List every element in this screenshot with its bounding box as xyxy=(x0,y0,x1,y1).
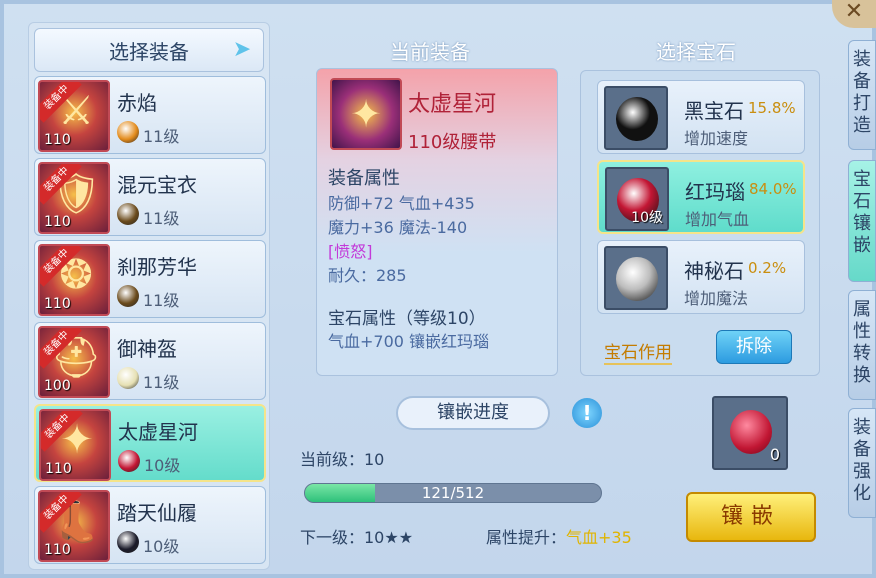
gem-icon xyxy=(117,121,139,143)
attribute-line: 防御+72 气血+435 xyxy=(328,194,475,213)
equipment-icon: ⛑ 装备中 100 xyxy=(38,326,110,398)
special-effect: [愤怒] xyxy=(328,242,373,261)
gem-rate: 15.8% xyxy=(748,99,796,117)
gem-slot: 10级 xyxy=(605,167,669,231)
gem-slot xyxy=(604,246,668,310)
durability: 耐久：285 xyxy=(328,266,407,285)
gem-icon xyxy=(118,450,140,472)
equipment-level: 110 xyxy=(44,214,71,230)
equipment-attributes-heading: 装备属性 xyxy=(328,168,400,189)
gem-function-link[interactable]: 宝石作用 xyxy=(604,338,672,365)
inlay-progress-title: 镶嵌进度 xyxy=(396,396,550,430)
equipment-icon: 🛡 装备中 110 xyxy=(38,162,110,234)
equipment-level: 110 xyxy=(45,461,72,477)
tab-attribute-convert[interactable]: 属性转换 xyxy=(848,290,876,400)
tab-gem-inlay[interactable]: 宝石镶嵌 xyxy=(848,160,876,282)
gem-attributes-heading: 宝石属性（等级10） xyxy=(328,309,486,329)
gem-icon xyxy=(117,531,139,553)
current-equipment-title: 当前装备 xyxy=(390,40,470,64)
gem-effect: 增加气血 xyxy=(685,210,750,229)
equipment-item[interactable]: ⚔ 装备中 110 赤焰 11级 xyxy=(34,76,266,154)
gem-name: 黑宝石 xyxy=(684,99,744,123)
equipment-item[interactable]: ✦ 装备中 110 太虚星河 10级 xyxy=(34,404,266,482)
attribute-line: 魔力+36 魔法-140 xyxy=(328,218,468,237)
select-gem-title: 选择宝石 xyxy=(656,40,736,64)
gem-effect: 增加速度 xyxy=(684,129,749,148)
equipment-name: 混元宝衣 xyxy=(117,173,197,197)
belt-icon: ✦ xyxy=(350,92,382,136)
tab-equipment-enhance[interactable]: 装备强化 xyxy=(848,408,876,518)
equipment-item[interactable]: ❂ 装备中 110 刹那芳华 11级 xyxy=(34,240,266,318)
attribute-increase-label: 属性提升： xyxy=(486,528,567,547)
gem-effect: 增加魔法 xyxy=(684,289,749,308)
current-equipment-icon: ✦ xyxy=(330,78,402,150)
equipment-name: 御神盔 xyxy=(117,337,177,361)
equipment-name: 赤焰 xyxy=(117,91,157,115)
tab-equipment-craft[interactable]: 装备打造 xyxy=(848,40,876,150)
gem-icon xyxy=(616,97,658,141)
gem-rate: 84.0% xyxy=(749,180,797,198)
red-agate-icon xyxy=(730,410,772,454)
select-equipment-header: 选择装备 ➤ xyxy=(34,28,264,72)
equipment-item[interactable]: 🛡 装备中 110 混元宝衣 11级 xyxy=(34,158,266,236)
inlay-button[interactable]: 镶嵌 xyxy=(686,492,816,542)
equipment-name: 太虚星河 xyxy=(118,420,198,444)
equipment-icon: 👢 装备中 110 xyxy=(38,490,110,562)
inlay-gem-slot[interactable]: 0 xyxy=(712,396,788,470)
tab-label: 属性转换 xyxy=(853,299,871,386)
equipment-icon: ⚔ 装备中 110 xyxy=(38,80,110,152)
gem-level: 11级 xyxy=(143,127,180,146)
tab-label: 装备打造 xyxy=(853,49,871,136)
equipment-name: 踏天仙履 xyxy=(117,501,197,525)
gem-option[interactable]: 神秘石 0.2% 增加魔法 xyxy=(597,240,805,314)
gem-icon xyxy=(117,203,139,225)
attribute-increase-value: 气血+35 xyxy=(566,528,632,547)
arrow-right-icon[interactable]: ➤ xyxy=(229,37,255,63)
gem-level: 11级 xyxy=(143,291,180,310)
gem-slot-level: 10级 xyxy=(631,210,663,226)
gem-icon xyxy=(117,367,139,389)
attribute-increase: 属性提升：气血+35 xyxy=(486,524,632,548)
equipment-level: 100 xyxy=(44,378,71,394)
equipment-level: 110 xyxy=(44,542,71,558)
equipment-icon: ✦ 装备中 110 xyxy=(39,409,111,481)
gem-name: 神秘石 xyxy=(684,259,744,283)
current-equipment-name: 太虚星河 xyxy=(408,92,497,117)
gem-level: 11级 xyxy=(143,209,180,228)
next-level: 下一级：10★★ xyxy=(300,528,414,547)
current-level: 当前级：10 xyxy=(300,450,385,469)
gem-rate: 0.2% xyxy=(748,259,787,277)
inlay-progress-bar: 121/512 xyxy=(304,483,602,503)
gem-name: 红玛瑙 xyxy=(685,180,745,204)
gem-level: 10级 xyxy=(143,537,180,556)
equipment-icon: ❂ 装备中 110 xyxy=(38,244,110,316)
remove-gem-button[interactable]: 拆除 xyxy=(716,330,792,364)
gem-option[interactable]: 10级 红玛瑙 84.0% 增加气血 xyxy=(597,160,805,234)
gem-icon xyxy=(616,257,658,301)
progress-text: 121/512 xyxy=(421,484,485,502)
gem-icon xyxy=(117,285,139,307)
equipment-item[interactable]: 👢 装备中 110 踏天仙履 10级 xyxy=(34,486,266,564)
gem-level: 11级 xyxy=(143,373,180,392)
tab-label: 装备强化 xyxy=(853,417,871,504)
equipment-name: 刹那芳华 xyxy=(117,255,197,279)
equipment-level: 110 xyxy=(44,296,71,312)
tab-label: 宝石镶嵌 xyxy=(853,169,871,256)
current-equipment-type: 110级腰带 xyxy=(408,132,497,153)
equipment-item[interactable]: ⛑ 装备中 100 御神盔 11级 xyxy=(34,322,266,400)
gem-slot xyxy=(604,86,668,150)
select-equipment-title: 选择装备 xyxy=(109,39,189,64)
gem-level: 10级 xyxy=(144,456,181,475)
equipment-level: 110 xyxy=(44,132,71,148)
gem-option[interactable]: 黑宝石 15.8% 增加速度 xyxy=(597,80,805,154)
gem-attribute-line: 气血+700 镶嵌红玛瑙 xyxy=(328,332,490,351)
gem-count: 0 xyxy=(769,445,780,464)
info-icon[interactable]: ! xyxy=(572,398,602,428)
